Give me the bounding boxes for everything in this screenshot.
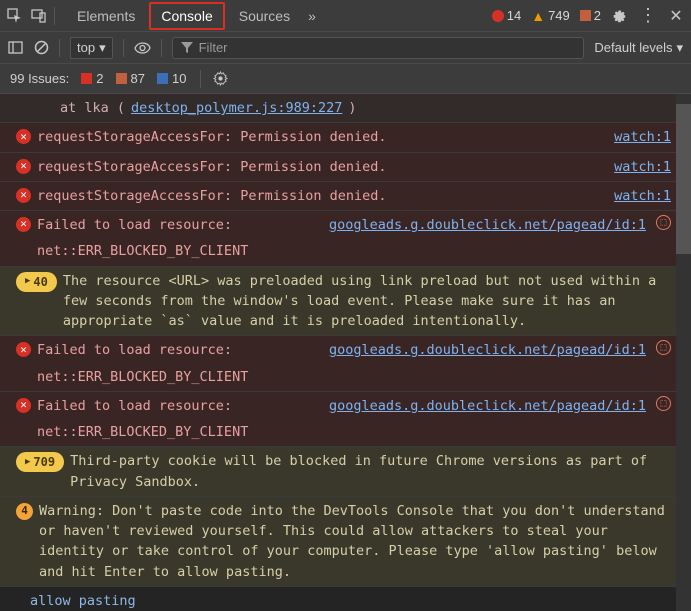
source-link[interactable]: googleads.g.doubleclick.net/pagead/id:1	[329, 396, 646, 416]
toolbar-right: 14 ▲749 2 ⋮ ✕	[492, 7, 685, 25]
live-expression-icon[interactable]	[134, 42, 151, 54]
console-messages: at lka (desktop_polymer.js:989:227) ✕ re…	[0, 94, 691, 611]
extension-icon: ⬚	[656, 340, 671, 355]
repeat-count-badge[interactable]: 4	[16, 503, 33, 520]
warning-message: The resource <URL> was preloaded using l…	[63, 271, 671, 332]
console-error-row: ✕ requestStorageAccessFor: Permission de…	[0, 123, 691, 152]
error-icon: ✕	[16, 217, 31, 232]
issues-label[interactable]: 99 Issues:	[10, 71, 69, 86]
issues-orange[interactable]: 87	[116, 71, 145, 86]
sidebar-toggle-icon[interactable]	[8, 40, 24, 56]
console-error-row: ✕ requestStorageAccessFor: Permission de…	[0, 153, 691, 182]
error-icon: ✕	[16, 129, 31, 144]
warnings-badge[interactable]: ▲749	[531, 8, 570, 24]
chevron-down-icon: ▾	[676, 40, 683, 56]
console-warning-row: 4 Warning: Don't paste code into the Dev…	[0, 497, 691, 587]
levels-label: Default levels	[594, 40, 672, 55]
error-message: requestStorageAccessFor: Permission deni…	[37, 186, 608, 206]
error-icon: ✕	[16, 398, 31, 413]
echo-text: allow pasting	[30, 591, 136, 611]
device-toggle-icon[interactable]	[30, 7, 48, 25]
tab-console[interactable]: Console	[149, 2, 224, 30]
filter-icon	[181, 42, 193, 54]
tab-sources[interactable]: Sources	[227, 2, 302, 30]
source-link[interactable]: googleads.g.doubleclick.net/pagead/id:1	[329, 340, 646, 360]
source-link[interactable]: watch:1	[614, 127, 671, 147]
context-label: top	[77, 40, 95, 55]
settings-gear-icon[interactable]	[611, 7, 629, 25]
console-error-row: ✕ Failed to load resource: googleads.g.d…	[0, 336, 691, 392]
scrollbar-thumb[interactable]	[676, 104, 691, 254]
error-message: requestStorageAccessFor: Permission deni…	[37, 127, 608, 147]
source-link[interactable]: watch:1	[614, 157, 671, 177]
settings-gear-icon[interactable]	[213, 71, 228, 86]
divider	[200, 70, 201, 88]
tab-elements[interactable]: Elements	[65, 2, 147, 30]
warning-message: Third-party cookie will be blocked in fu…	[70, 451, 671, 492]
error-message: Failed to load resource:	[37, 340, 232, 360]
context-selector[interactable]: top ▾	[70, 37, 113, 59]
inspect-icon[interactable]	[6, 7, 24, 25]
errors-badge[interactable]: 14	[492, 8, 521, 23]
error-message: requestStorageAccessFor: Permission deni…	[37, 157, 608, 177]
error-message: Failed to load resource:	[37, 215, 232, 235]
extension-icon: ⬚	[656, 215, 671, 230]
clear-console-icon[interactable]	[34, 40, 49, 55]
repeat-count-badge[interactable]: 709	[16, 452, 64, 472]
error-icon: ✕	[16, 342, 31, 357]
error-detail: net::ERR_BLOCKED_BY_CLIENT	[16, 241, 671, 261]
divider	[54, 7, 55, 25]
stack-trace-line: at lka (desktop_polymer.js:989:227)	[0, 94, 691, 123]
filter-input[interactable]: Filter	[172, 37, 585, 59]
console-error-row: ✕ Failed to load resource: googleads.g.d…	[0, 211, 691, 267]
filter-placeholder: Filter	[199, 40, 228, 55]
chevron-down-icon: ▾	[99, 40, 106, 56]
panel-tabs: Elements Console Sources »	[65, 2, 320, 30]
extension-icon: ⬚	[656, 396, 671, 411]
error-detail: net::ERR_BLOCKED_BY_CLIENT	[16, 422, 671, 442]
log-levels-selector[interactable]: Default levels ▾	[594, 40, 683, 56]
error-message: Failed to load resource:	[37, 396, 232, 416]
console-warning-row: 40 The resource <URL> was preloaded usin…	[0, 267, 691, 337]
console-error-row: ✕ Failed to load resource: googleads.g.d…	[0, 392, 691, 448]
divider	[123, 39, 124, 57]
issues-bar: 99 Issues: 2 87 10	[0, 64, 691, 94]
issues-blue[interactable]: 10	[157, 71, 186, 86]
console-input-echo: allow pasting	[0, 587, 691, 611]
scrollbar-track[interactable]	[676, 94, 691, 611]
repeat-count-badge[interactable]: 40	[16, 272, 57, 292]
source-link[interactable]: googleads.g.doubleclick.net/pagead/id:1	[329, 215, 646, 235]
warning-message: Warning: Don't paste code into the DevTo…	[39, 501, 671, 582]
info-badge[interactable]: 2	[580, 8, 601, 23]
issues-red[interactable]: 2	[81, 71, 103, 86]
kebab-menu-icon[interactable]: ⋮	[639, 7, 657, 25]
devtools-main-toolbar: Elements Console Sources » 14 ▲749 2 ⋮ ✕	[0, 0, 691, 32]
console-toolbar: top ▾ Filter Default levels ▾	[0, 32, 691, 64]
divider	[161, 39, 162, 57]
close-icon[interactable]: ✕	[667, 7, 685, 25]
more-tabs-button[interactable]: »	[304, 2, 320, 30]
source-link[interactable]: watch:1	[614, 186, 671, 206]
source-link[interactable]: desktop_polymer.js:989:227	[131, 98, 342, 118]
console-error-row: ✕ requestStorageAccessFor: Permission de…	[0, 182, 691, 211]
console-warning-row: 709 Third-party cookie will be blocked i…	[0, 447, 691, 497]
error-icon: ✕	[16, 159, 31, 174]
divider	[59, 39, 60, 57]
error-icon: ✕	[16, 188, 31, 203]
error-detail: net::ERR_BLOCKED_BY_CLIENT	[16, 367, 671, 387]
